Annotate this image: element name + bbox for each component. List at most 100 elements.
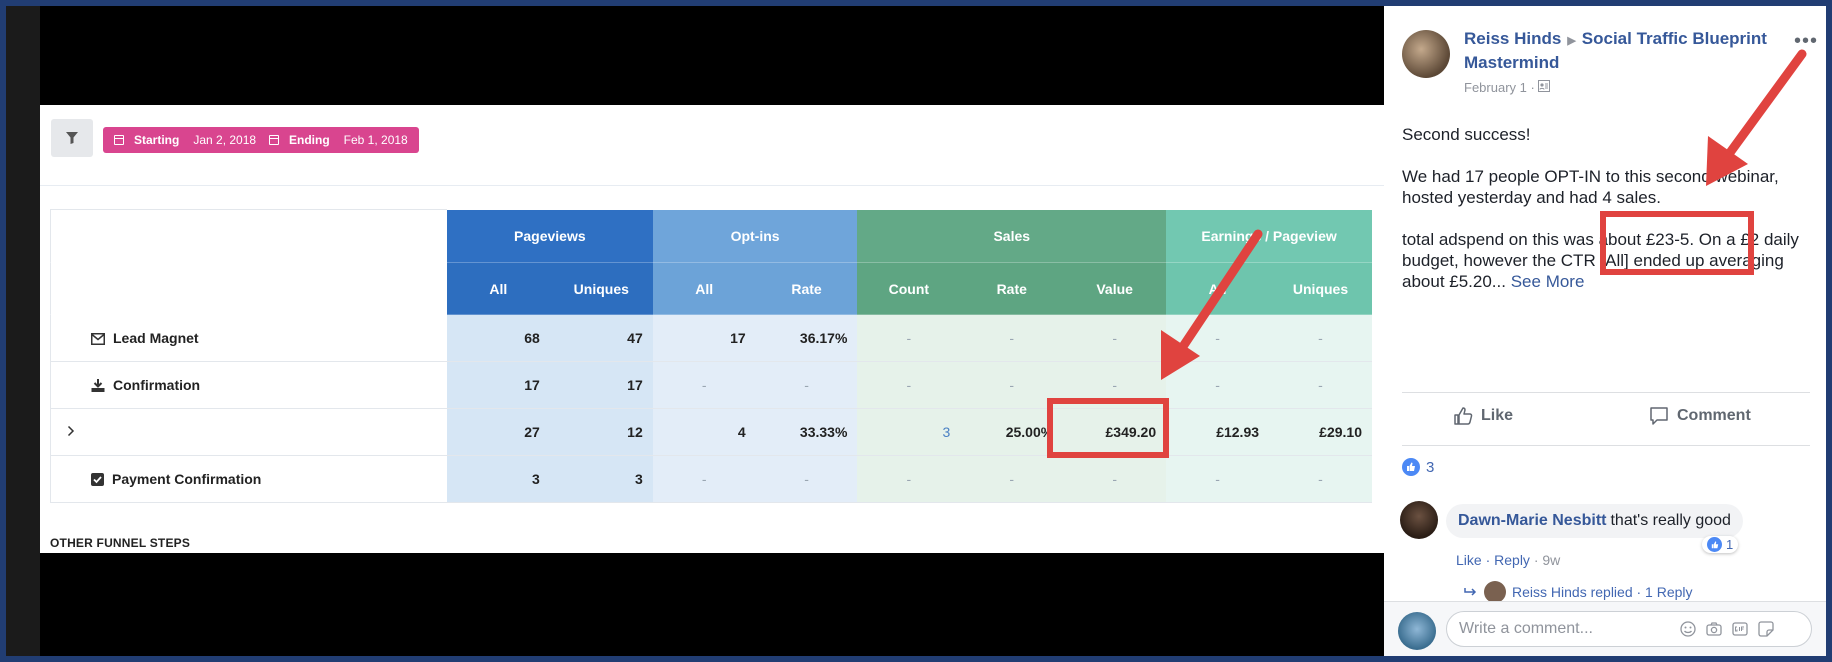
group-header-row: Pageviews Opt-ins Sales Earnings / Pagev… <box>49 209 1372 263</box>
ending-label: Ending <box>289 133 330 147</box>
download-icon <box>91 379 105 392</box>
comment-reply-link[interactable]: Reply <box>1494 552 1530 568</box>
like-label: Like <box>1481 407 1514 424</box>
step-label: Confirmation <box>113 377 201 393</box>
step-name[interactable]: Confirmation <box>49 361 447 409</box>
col-sales-rate[interactable]: Rate <box>960 262 1064 315</box>
author-avatar[interactable] <box>1402 30 1450 78</box>
ending-date-chip[interactable]: Ending Feb 1, 2018 <box>258 127 419 153</box>
divider <box>1402 445 1810 446</box>
comment-label: Comment <box>1677 407 1751 424</box>
cell: - <box>857 455 961 503</box>
filter-button[interactable] <box>51 119 93 157</box>
chevron-right-icon[interactable] <box>67 425 75 437</box>
cell: - <box>755 455 858 503</box>
triangle-right-icon: ▶ <box>1567 35 1576 47</box>
audience-icon <box>1538 80 1551 92</box>
cell: 3 <box>549 455 653 503</box>
comment-reaction-count: 1 <box>1726 537 1734 552</box>
comment-age[interactable]: 9w <box>1542 552 1560 568</box>
like-reaction-icon <box>1707 537 1722 552</box>
table-row: Lead Magnet 68 47 17 36.17% - - - - - <box>49 314 1372 362</box>
col-earnings-all[interactable]: All <box>1166 262 1270 315</box>
composer-tools <box>1680 621 1774 637</box>
cell: 12 <box>549 408 653 456</box>
header-blank <box>49 209 447 263</box>
step-name[interactable]: Payment Confirmation <box>49 455 447 503</box>
replier-avatar <box>1484 581 1506 603</box>
commenter-name-link[interactable]: Dawn-Marie Nesbitt <box>1458 512 1606 529</box>
camera-icon[interactable] <box>1706 621 1722 637</box>
comment-reaction-badge[interactable]: 1 <box>1702 536 1739 553</box>
like-button[interactable]: Like <box>1453 406 1513 426</box>
step-name[interactable] <box>49 408 447 456</box>
col-optins-all[interactable]: All <box>652 262 756 315</box>
comment-actions: Like · Reply · 9w <box>1456 552 1561 568</box>
see-more-link[interactable]: See More <box>1511 272 1585 291</box>
cell: 33.33% <box>755 408 858 456</box>
starting-date-chip[interactable]: Starting Jan 2, 2018 <box>103 127 268 153</box>
other-funnel-steps-heading: OTHER FUNNEL STEPS <box>50 536 191 550</box>
col-pageviews-all[interactable]: All <box>446 262 550 315</box>
cell: - <box>857 361 961 409</box>
annotation-box-sales-value <box>1047 398 1169 458</box>
video-area: Starting Jan 2, 2018 Ending Feb 1, 2018 … <box>6 6 1384 656</box>
divider <box>1402 392 1810 393</box>
cell: 47 <box>549 314 653 362</box>
col-sales-value[interactable]: Value <box>1063 262 1167 315</box>
col-earnings-uniques[interactable]: Uniques <box>1269 262 1372 315</box>
step-label: Payment Confirmation <box>112 471 262 487</box>
reply-arrow-icon <box>1464 588 1477 596</box>
col-optins-rate[interactable]: Rate <box>755 262 858 315</box>
cell: - <box>960 455 1064 503</box>
side-strip <box>6 6 40 656</box>
comment-bubble: Dawn-Marie Nesbitt that's really good <box>1446 504 1743 538</box>
more-options-icon[interactable]: ••• <box>1794 30 1818 53</box>
cell: - <box>1166 314 1270 362</box>
comment-icon <box>1650 407 1668 425</box>
sales-count-link[interactable]: 3 <box>857 408 961 456</box>
filter-icon <box>66 132 78 144</box>
facebook-post-panel: Reiss Hinds ▶ Social Traffic Blueprint Mas… <box>1384 6 1826 656</box>
view-replies-link[interactable]: Reiss Hinds replied · 1 Reply <box>1464 581 1693 603</box>
reaction-count[interactable]: 3 <box>1402 458 1434 476</box>
envelope-icon <box>91 333 105 345</box>
funnel-dashboard: Starting Jan 2, 2018 Ending Feb 1, 2018 … <box>40 105 1384 553</box>
col-sales-count[interactable]: Count <box>857 262 961 315</box>
cell: - <box>1269 361 1372 409</box>
cell: - <box>1063 455 1167 503</box>
comment-button[interactable]: Comment <box>1649 406 1751 426</box>
comment-like-link[interactable]: Like <box>1456 552 1482 568</box>
col-pageviews-uniques[interactable]: Uniques <box>549 262 653 315</box>
cell: - <box>1269 455 1372 503</box>
post-date[interactable]: February 1 · <box>1464 80 1551 95</box>
cell: 17 <box>446 361 550 409</box>
post-header: Reiss Hinds ▶ Social Traffic Blueprint Mas… <box>1464 28 1784 74</box>
post-paragraph: We had 17 people OPT-IN to this second w… <box>1402 167 1779 207</box>
step-name[interactable]: Lead Magnet <box>49 314 447 362</box>
checkbox-icon <box>91 473 104 486</box>
starting-date: Jan 2, 2018 <box>193 133 257 147</box>
emoji-icon[interactable] <box>1680 621 1696 637</box>
gif-icon[interactable] <box>1732 621 1748 637</box>
author-name-link[interactable]: Reiss Hinds <box>1464 29 1561 48</box>
cell: 17 <box>549 361 653 409</box>
post-paragraph: Second success! <box>1402 125 1531 144</box>
group-optins: Opt-ins <box>652 209 858 263</box>
cell: 27 <box>446 408 550 456</box>
current-user-avatar <box>1398 612 1436 650</box>
calendar-icon <box>114 135 124 145</box>
sticker-icon[interactable] <box>1758 621 1774 637</box>
cell: - <box>1166 455 1270 503</box>
table-row: Payment Confirmation 3 3 - - - - - - - <box>49 455 1372 503</box>
group-sales: Sales <box>857 209 1167 263</box>
table-row: 27 12 4 33.33% 3 25.00% £349.20 £12.93 £… <box>49 408 1372 456</box>
comment-composer <box>1384 601 1826 656</box>
group-earnings-per-pageview: Earnings / Pageview <box>1166 209 1372 263</box>
cell: - <box>755 361 858 409</box>
divider <box>40 185 1384 186</box>
cell: - <box>857 314 961 362</box>
cell: - <box>1063 314 1167 362</box>
thumbs-up-icon <box>1454 407 1473 425</box>
commenter-avatar[interactable] <box>1400 501 1438 539</box>
